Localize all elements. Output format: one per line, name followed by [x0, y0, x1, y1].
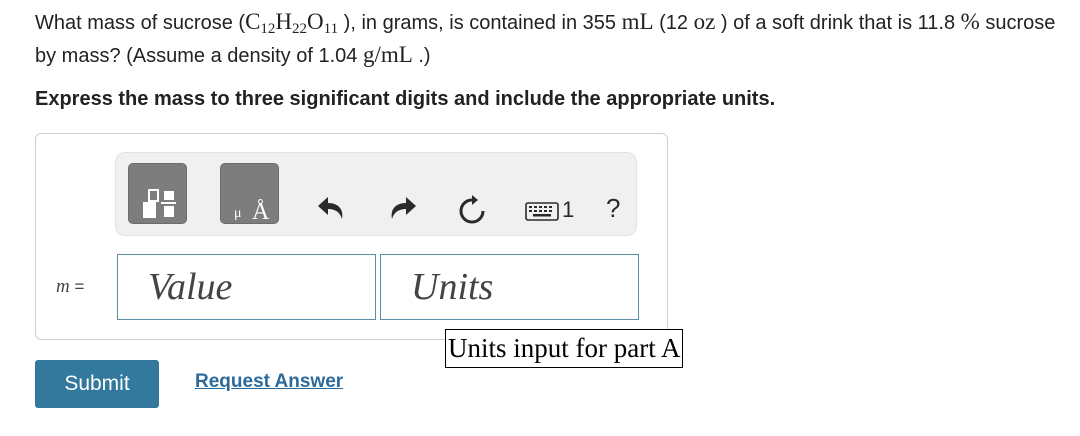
units-input[interactable]	[380, 254, 639, 320]
unit-density: g/mL	[362, 42, 413, 67]
reset-icon[interactable]	[456, 195, 488, 227]
question-text: What mass of sucrose (C12H22O11 ), in gr…	[35, 6, 1075, 72]
variable-label: m =	[56, 276, 85, 297]
question-part: ) of a soft drink that is 11.8	[720, 12, 956, 34]
request-answer-link[interactable]: Request Answer	[195, 371, 343, 393]
formula-carbon: C12	[245, 9, 276, 37]
units-icon: μ Å	[234, 199, 270, 225]
keyboard-shortcut-hint: 1	[562, 197, 575, 222]
percent-sign: %	[960, 9, 980, 34]
unit-oz: oz	[693, 9, 716, 34]
redo-icon[interactable]	[386, 193, 420, 223]
unit-ml: mL	[621, 9, 654, 34]
units-button[interactable]: μ Å	[220, 163, 279, 225]
formula-hydrogen: H22	[275, 9, 308, 37]
undo-icon[interactable]	[314, 193, 348, 223]
units-tooltip: Units input for part A	[445, 329, 684, 368]
question-part: ), in grams, is contained in 355	[343, 12, 617, 34]
question-part: What mass of sucrose (	[35, 12, 246, 34]
submit-button[interactable]: Submit	[35, 360, 159, 408]
math-toolbar: μ Å 1 ?	[115, 152, 637, 236]
templates-icon	[143, 189, 176, 218]
question-part: (12	[659, 12, 689, 34]
formula-oxygen: O11	[307, 9, 339, 37]
units-small-glyph: μ	[234, 206, 242, 221]
help-button[interactable]: ?	[606, 193, 620, 224]
templates-button[interactable]	[128, 163, 187, 224]
units-glyph: Å	[252, 199, 270, 225]
keyboard-icon[interactable]	[524, 199, 560, 225]
value-input[interactable]	[117, 254, 376, 320]
instruction-text: Express the mass to three significant di…	[35, 88, 776, 110]
question-part: .)	[418, 45, 431, 67]
